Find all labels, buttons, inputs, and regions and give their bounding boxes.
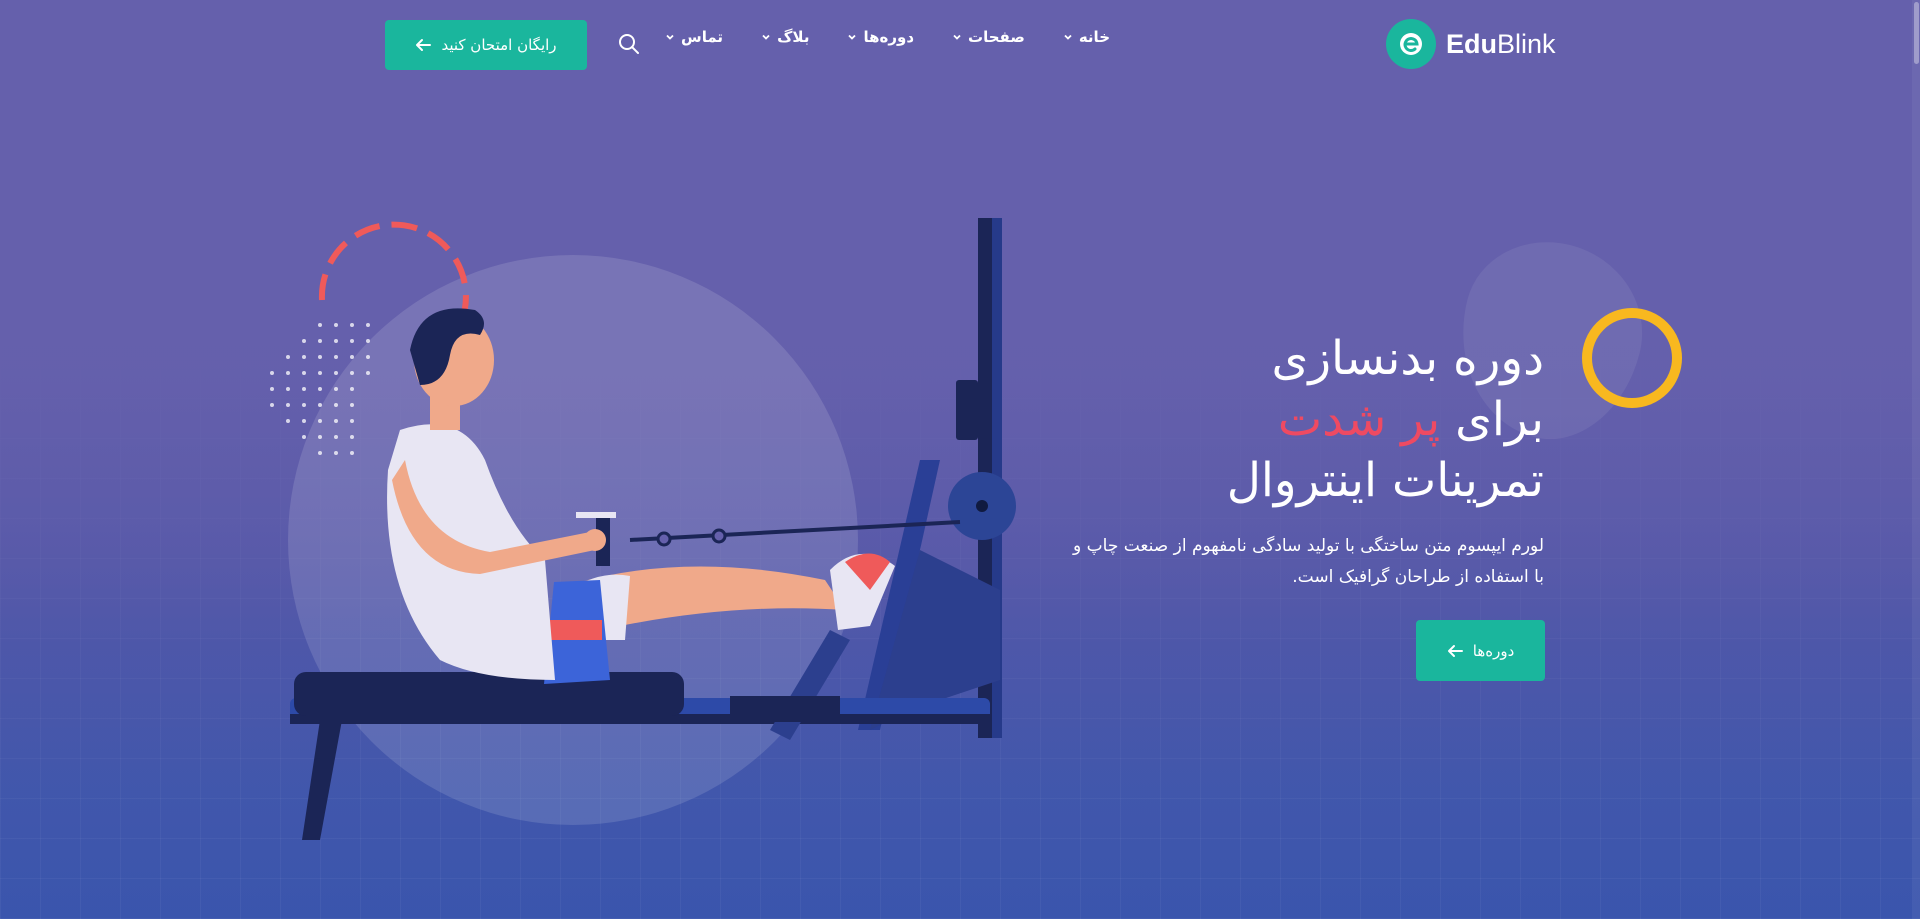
- arrow-left-icon: [1447, 644, 1463, 657]
- site-header: EduBlink خانه صفحات دوره‌ها بلاگ تماس: [0, 0, 1920, 90]
- scrollbar-thumb[interactable]: [1914, 2, 1919, 64]
- nav-item-label: خانه: [1078, 28, 1110, 46]
- nav-item-label: صفحات: [968, 28, 1025, 46]
- chevron-down-icon: [848, 34, 857, 40]
- nav-item-courses[interactable]: دوره‌ها: [847, 28, 914, 46]
- logo-mark-icon: [1386, 19, 1436, 69]
- page-scrollbar[interactable]: [1912, 0, 1920, 919]
- nav-item-label: تماس: [681, 28, 724, 46]
- nav-item-label: بلاگ: [777, 28, 810, 46]
- chevron-down-icon: [953, 34, 961, 40]
- search-icon: [619, 34, 639, 54]
- decorative-ring: [1582, 308, 1682, 408]
- nav-item-pages[interactable]: صفحات: [952, 28, 1025, 46]
- hero-title-line1: دوره بدنسازی: [1271, 331, 1544, 386]
- nav-item-home[interactable]: خانه: [1063, 28, 1110, 46]
- main-nav: خانه صفحات دوره‌ها بلاگ تماس: [627, 28, 1110, 46]
- try-free-button[interactable]: رایگان امتحان کنید: [385, 20, 587, 70]
- courses-button-label: دوره‌ها: [1472, 641, 1515, 660]
- hero-title-line3: تمرینات اینتروال: [1226, 453, 1544, 508]
- chevron-down-icon: [666, 34, 674, 40]
- hero-title-accent: پر شدت: [1277, 392, 1441, 447]
- hero-title-line2-prefix: برای: [1455, 392, 1544, 447]
- brand-logo[interactable]: EduBlink: [1386, 18, 1556, 70]
- nav-item-blog[interactable]: بلاگ: [761, 28, 809, 46]
- arrow-left-icon: [416, 39, 432, 51]
- courses-button[interactable]: دوره‌ها: [1416, 620, 1545, 681]
- hero-description: لورم ایپسوم متن ساختگی با تولید سادگی نا…: [944, 531, 1544, 593]
- logo-text: EduBlink: [1446, 28, 1556, 59]
- hero-title: دوره بدنسازی برای پر شدت تمرینات اینتروا…: [944, 328, 1544, 511]
- try-free-label: رایگان امتحان کنید: [441, 36, 557, 54]
- hero-description-line1: لورم ایپسوم متن ساختگی با تولید سادگی نا…: [1073, 536, 1544, 556]
- chevron-down-icon: [1064, 34, 1072, 40]
- chevron-down-icon: [762, 34, 770, 40]
- search-button[interactable]: [617, 32, 641, 56]
- nav-item-contact[interactable]: تماس: [665, 28, 723, 46]
- hero-description-line2: با استفاده از طراحان گرافیک است.: [1292, 567, 1544, 587]
- rowing-machine-illustration: [270, 218, 1016, 840]
- nav-item-label: دوره‌ها: [863, 28, 915, 46]
- hero-content: دوره بدنسازی برای پر شدت تمرینات اینتروا…: [944, 328, 1544, 593]
